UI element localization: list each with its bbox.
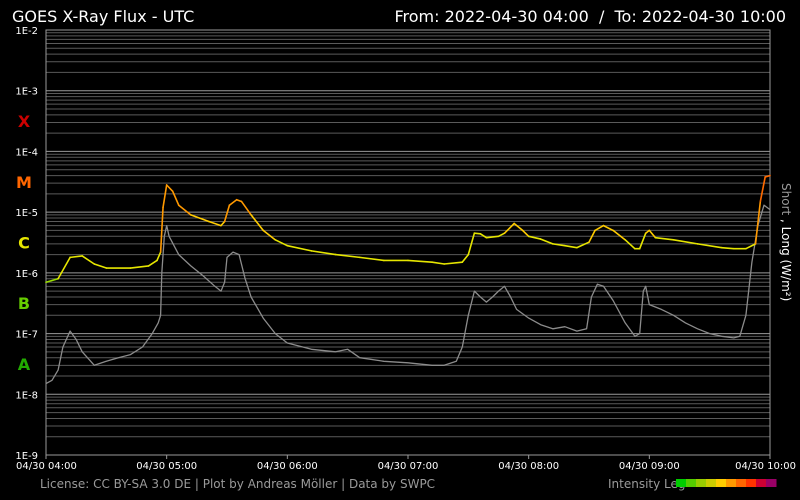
x-tick-label: 04/30 10:00 — [735, 461, 796, 472]
chart-title: GOES X-Ray Flux - UTC — [12, 7, 194, 26]
x-tick-label: 04/30 09:00 — [619, 461, 680, 472]
y-axis-label: Short , Long (W/m²) — [779, 183, 793, 301]
intensity-legend-bar — [676, 479, 777, 487]
y-tick-label: 1E-5 — [15, 208, 38, 219]
y-tick-label: 1E-3 — [15, 87, 38, 98]
license-footer: License: CC BY-SA 3.0 DE | Plot by Andre… — [40, 477, 435, 491]
date-range-label: From: 2022-04-30 04:00 / To: 2022-04-30 … — [394, 7, 786, 26]
y-axis-label-long: Long (W/m²) — [779, 227, 793, 302]
flare-class-a: A — [18, 355, 31, 374]
intensity-legend-label: Intensity Leg — [608, 477, 686, 491]
flare-class-m: M — [16, 173, 32, 192]
x-tick-label: 04/30 04:00 — [16, 461, 77, 472]
series-segment — [720, 246, 735, 250]
y-tick-label: 1E-2 — [15, 26, 38, 37]
intensity-swatch — [706, 479, 717, 487]
y-tick-label: 1E-7 — [15, 330, 38, 341]
chart-background — [0, 0, 800, 500]
intensity-swatch — [726, 479, 737, 487]
x-tick-label: 04/30 06:00 — [257, 461, 318, 472]
flare-class-c: C — [18, 234, 30, 253]
intensity-swatch — [716, 479, 727, 487]
intensity-swatch — [756, 479, 767, 487]
intensity-swatch — [736, 479, 747, 487]
y-tick-label: 1E-8 — [15, 390, 38, 401]
y-axis-label-short: Short — [779, 183, 793, 215]
y-tick-label: 1E-6 — [15, 269, 38, 280]
flare-class-b: B — [18, 294, 30, 313]
y-tick-label: 1E-4 — [15, 147, 38, 158]
intensity-swatch — [686, 479, 697, 487]
intensity-swatch — [746, 479, 757, 487]
intensity-swatch — [676, 479, 687, 487]
y-axis-label-sep: , — [779, 215, 793, 226]
flare-class-x: X — [18, 112, 31, 131]
x-tick-label: 04/30 08:00 — [498, 461, 559, 472]
x-tick-label: 04/30 07:00 — [378, 461, 439, 472]
x-tick-label: 04/30 05:00 — [136, 461, 197, 472]
intensity-swatch — [696, 479, 707, 487]
intensity-swatch — [766, 479, 777, 487]
goes-xray-flux-chart: GOES X-Ray Flux - UTC From: 2022-04-30 0… — [0, 0, 800, 500]
series-segment — [473, 232, 482, 235]
